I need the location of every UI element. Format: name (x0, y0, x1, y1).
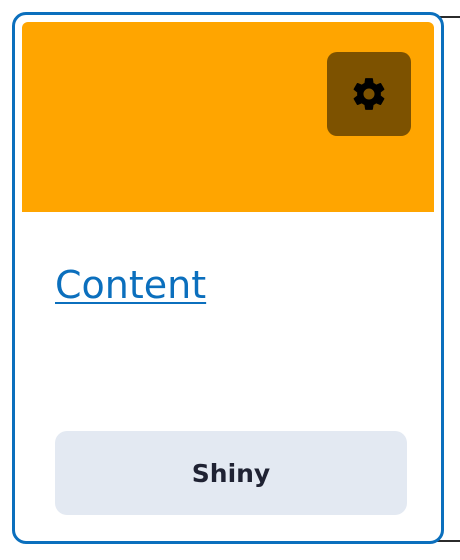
card-header-banner (22, 22, 434, 212)
card-title-link[interactable]: Content (55, 263, 206, 307)
content-card: Content Shiny (12, 12, 444, 544)
settings-button[interactable] (327, 52, 411, 136)
shiny-button[interactable]: Shiny (55, 431, 407, 515)
stage: Content Shiny (0, 0, 460, 560)
gear-icon (350, 75, 388, 113)
